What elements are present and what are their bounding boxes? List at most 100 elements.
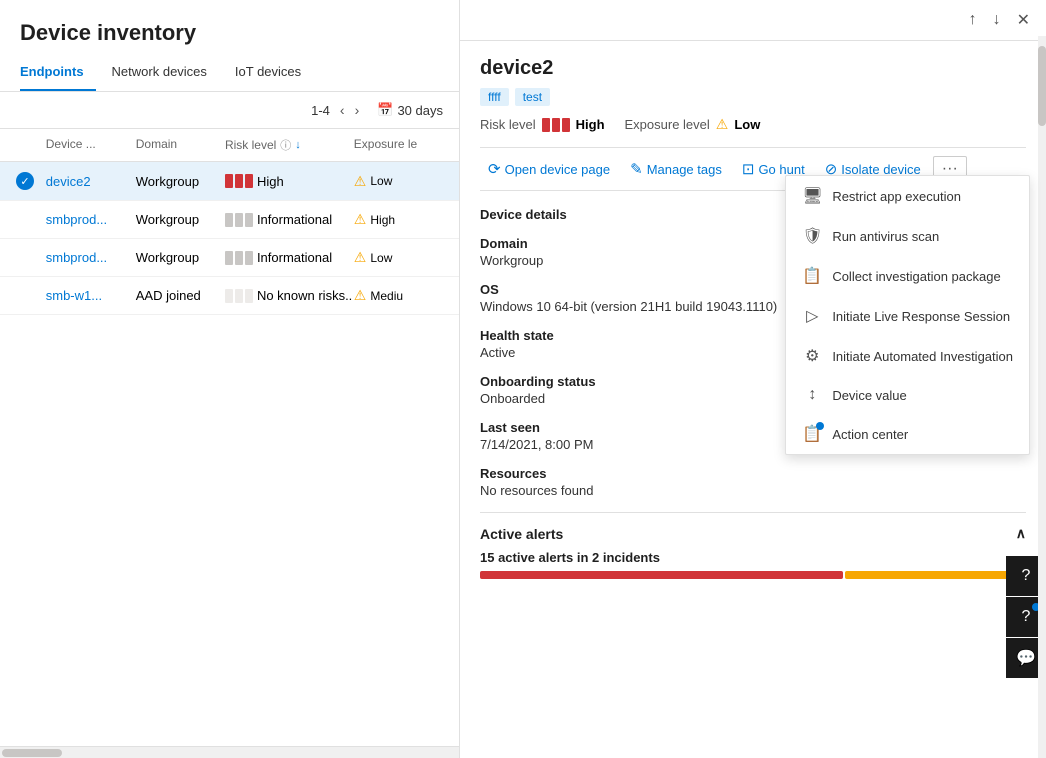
panel-up-button[interactable]: ↑ bbox=[965, 8, 981, 32]
tab-bar: Endpoints Network devices IoT devices bbox=[0, 56, 459, 92]
dropdown-automated[interactable]: ⚙ Initiate Automated Investigation bbox=[786, 336, 1029, 376]
exposure-label: Mediu bbox=[370, 289, 403, 303]
horizontal-scrollbar[interactable] bbox=[0, 746, 459, 758]
col-header-risk[interactable]: Risk level ⓘ ↓ bbox=[225, 137, 354, 153]
dropdown-antivirus[interactable]: 🛡 Run antivirus scan bbox=[786, 216, 1029, 256]
alert-bar-chart bbox=[480, 571, 1026, 579]
risk-bar-2 bbox=[235, 213, 243, 227]
table-header: Device ... Domain Risk level ⓘ ↓ Exposur… bbox=[0, 129, 459, 162]
pagination-text: 1-4 bbox=[311, 103, 330, 118]
help-icon-2: ? bbox=[1022, 608, 1031, 626]
open-device-button[interactable]: ⟳ Open device page bbox=[480, 156, 618, 182]
next-button[interactable]: › bbox=[351, 100, 364, 120]
resources-label: Resources bbox=[480, 466, 1026, 481]
risk-bar-d2 bbox=[552, 118, 560, 132]
tab-iot-devices[interactable]: IoT devices bbox=[235, 56, 313, 91]
help-icon-1: ? bbox=[1022, 567, 1031, 585]
table-row[interactable]: smbprod... Workgroup Informational ⚠ Low bbox=[0, 239, 459, 277]
dropdown-action-center[interactable]: 📋 Action center bbox=[786, 414, 1029, 454]
device-name-cell: smb-w1... bbox=[46, 288, 136, 303]
risk-bar-3 bbox=[245, 289, 253, 303]
collapse-icon: ∧ bbox=[1016, 525, 1026, 542]
resources-value: No resources found bbox=[480, 483, 1026, 498]
risk-label: Informational bbox=[257, 212, 332, 227]
risk-bar-d1 bbox=[542, 118, 550, 132]
active-alerts-section[interactable]: Active alerts ∧ bbox=[480, 512, 1026, 550]
risk-cell: Informational bbox=[225, 250, 354, 265]
tag-test[interactable]: test bbox=[515, 88, 550, 106]
manage-tags-icon: ✎ bbox=[630, 160, 643, 178]
antivirus-icon: 🛡 bbox=[802, 226, 822, 246]
col-header-domain[interactable]: Domain bbox=[136, 137, 225, 153]
risk-level-value: High bbox=[576, 117, 605, 132]
pagination-nav: ‹ › bbox=[336, 100, 363, 120]
prev-button[interactable]: ‹ bbox=[336, 100, 349, 120]
warn-icon: ⚠ bbox=[354, 173, 367, 190]
risk-bar-d3 bbox=[562, 118, 570, 132]
panel-close-button[interactable]: ✕ bbox=[1013, 8, 1034, 32]
col-header-exposure[interactable]: Exposure le bbox=[354, 137, 443, 153]
restrict-icon: 🖥 bbox=[802, 186, 822, 206]
risk-level-label: Risk level bbox=[480, 117, 536, 132]
tab-endpoints[interactable]: Endpoints bbox=[20, 56, 96, 91]
domain-cell: AAD joined bbox=[136, 288, 225, 303]
detail-risk-bars bbox=[542, 118, 570, 132]
exposure-warn-icon: ⚠ bbox=[716, 116, 729, 133]
col-header-device[interactable]: Device ... bbox=[46, 137, 136, 153]
table-row[interactable]: smb-w1... AAD joined No known risks.. ⚠ … bbox=[0, 277, 459, 315]
chat-icon: 💬 bbox=[1016, 648, 1036, 668]
risk-sort-icon: ↓ bbox=[295, 139, 301, 151]
collect-icon: 📋 bbox=[802, 266, 822, 286]
dropdown-collect[interactable]: 📋 Collect investigation package bbox=[786, 256, 1029, 296]
page-title: Device inventory bbox=[0, 0, 459, 56]
exposure-label: Low bbox=[370, 174, 392, 188]
risk-cell: Informational bbox=[225, 212, 354, 227]
risk-bar-3 bbox=[245, 251, 253, 265]
checked-icon: ✓ bbox=[16, 172, 34, 190]
panel-down-button[interactable]: ↓ bbox=[989, 8, 1005, 32]
risk-bar-3 bbox=[245, 213, 253, 227]
row-check: ✓ bbox=[16, 172, 46, 190]
risk-bar-1 bbox=[225, 289, 233, 303]
vertical-scrollbar[interactable] bbox=[1038, 36, 1046, 758]
date-filter[interactable]: 📅 30 days bbox=[377, 102, 443, 118]
risk-info-icon: ⓘ bbox=[280, 137, 291, 153]
tag-ffff[interactable]: ffff bbox=[480, 88, 509, 106]
manage-tags-button[interactable]: ✎ Manage tags bbox=[622, 156, 730, 182]
exposure-badge: ⚠ High bbox=[354, 211, 443, 228]
calendar-icon: 📅 bbox=[377, 102, 393, 118]
risk-bars bbox=[225, 174, 253, 188]
risk-bars bbox=[225, 251, 253, 265]
risk-cell: High bbox=[225, 174, 354, 189]
exposure-label: High bbox=[370, 213, 395, 227]
exposure-label: Low bbox=[370, 251, 392, 265]
risk-label: Informational bbox=[257, 250, 332, 265]
exposure-badge: ⚠ Mediu bbox=[354, 287, 443, 304]
risk-label: No known risks.. bbox=[257, 288, 352, 303]
live-response-icon: ▷ bbox=[802, 306, 822, 326]
exposure-cell: ⚠ Mediu bbox=[354, 287, 443, 304]
automated-icon: ⚙ bbox=[802, 346, 822, 366]
exposure-cell: ⚠ Low bbox=[354, 249, 443, 266]
scrollbar-thumb bbox=[1038, 46, 1046, 126]
exposure-cell: ⚠ High bbox=[354, 211, 443, 228]
dropdown-restrict[interactable]: 🖥 Restrict app execution bbox=[786, 176, 1029, 216]
tab-network-devices[interactable]: Network devices bbox=[112, 56, 219, 91]
device-name-cell: smbprod... bbox=[46, 250, 136, 265]
dropdown-live-response[interactable]: ▷ Initiate Live Response Session bbox=[786, 296, 1029, 336]
active-alerts-label: Active alerts bbox=[480, 526, 563, 542]
risk-label: High bbox=[257, 174, 284, 189]
dropdown-device-value[interactable]: ↕ Device value bbox=[786, 376, 1029, 414]
table-row[interactable]: ✓ device2 Workgroup High ⚠ Low bbox=[0, 162, 459, 201]
exposure-badge: ⚠ Low bbox=[354, 249, 443, 266]
detail-device-name: device2 bbox=[480, 57, 1026, 80]
table-row[interactable]: smbprod... Workgroup Informational ⚠ Hig… bbox=[0, 201, 459, 239]
device-name-cell: smbprod... bbox=[46, 212, 136, 227]
exposure-badge: ⚠ Low bbox=[354, 173, 443, 190]
risk-bar-1 bbox=[225, 213, 233, 227]
resources-section: Resources No resources found bbox=[480, 466, 1026, 498]
action-center-icon: 📋 bbox=[802, 424, 822, 444]
tags-container: ffff test bbox=[480, 88, 1026, 106]
domain-cell: Workgroup bbox=[136, 212, 225, 227]
device-name-cell: device2 bbox=[46, 174, 136, 189]
